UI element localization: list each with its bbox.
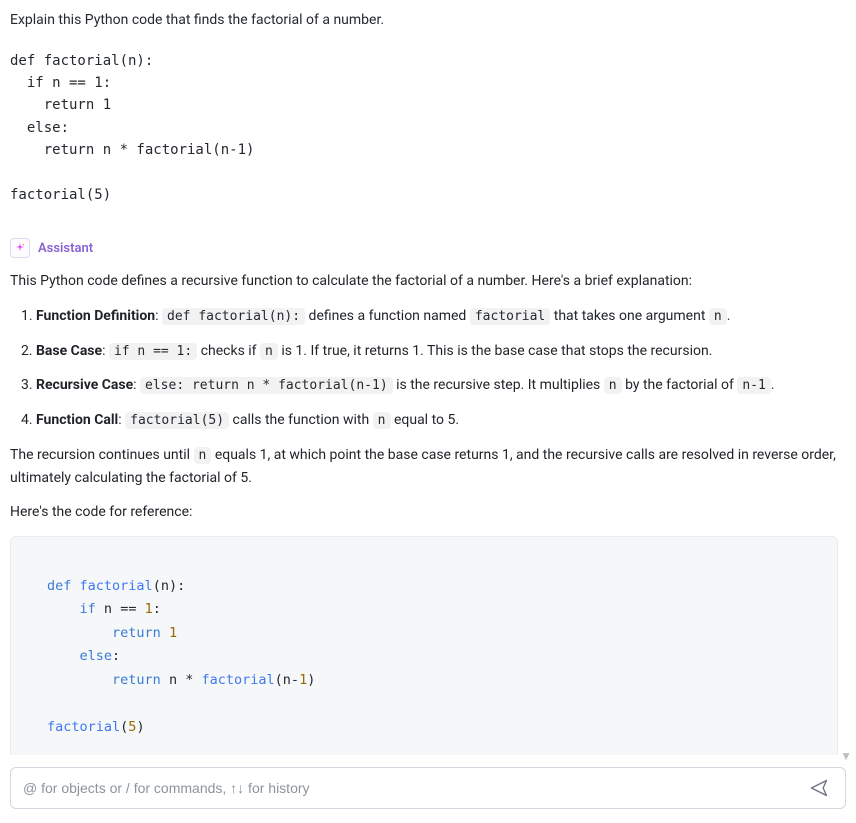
chat-input[interactable] — [23, 780, 805, 796]
sparkle-icon — [10, 238, 30, 258]
inline-code: n — [709, 308, 727, 325]
assistant-intro: This Python code defines a recursive fun… — [10, 270, 838, 292]
list-item: Function Definition: def factorial(n): d… — [36, 305, 838, 328]
inline-code: factorial(5) — [125, 412, 229, 429]
assistant-label: Assistant — [38, 241, 93, 256]
inline-code: n-1 — [737, 377, 770, 394]
conversation-scroll[interactable]: Explain this Python code that finds the … — [0, 0, 856, 755]
explanation-list: Function Definition: def factorial(n): d… — [10, 305, 838, 432]
inline-code: if n == 1: — [109, 343, 197, 360]
assistant-header: Assistant — [10, 238, 838, 258]
code-block: def factorial(n): if n == 1: return 1 el… — [10, 536, 838, 755]
inline-code: n — [194, 447, 212, 464]
user-prompt-text: Explain this Python code that finds the … — [10, 10, 838, 32]
list-item: Function Call: factorial(5) calls the fu… — [36, 409, 838, 432]
reference-label: Here's the code for reference: — [10, 501, 838, 523]
list-item: Recursive Case: else: return n * factori… — [36, 374, 838, 397]
assistant-message: This Python code defines a recursive fun… — [10, 270, 838, 755]
inline-code: def factorial(n): — [162, 308, 305, 325]
inline-code: factorial — [470, 308, 550, 325]
send-icon — [809, 778, 829, 798]
inline-code: else: return n * factorial(n-1) — [140, 377, 393, 394]
inline-code: n — [260, 343, 278, 360]
user-message: Explain this Python code that finds the … — [10, 10, 838, 206]
user-code-block: def factorial(n): if n == 1: return 1 el… — [10, 50, 838, 207]
chat-input-row — [10, 767, 846, 809]
inline-code: n — [604, 377, 622, 394]
list-item: Base Case: if n == 1: checks if n is 1. … — [36, 340, 838, 363]
inline-code: n — [373, 412, 391, 429]
conclusion-text: The recursion continues until n equals 1… — [10, 444, 838, 489]
send-button[interactable] — [805, 774, 833, 802]
